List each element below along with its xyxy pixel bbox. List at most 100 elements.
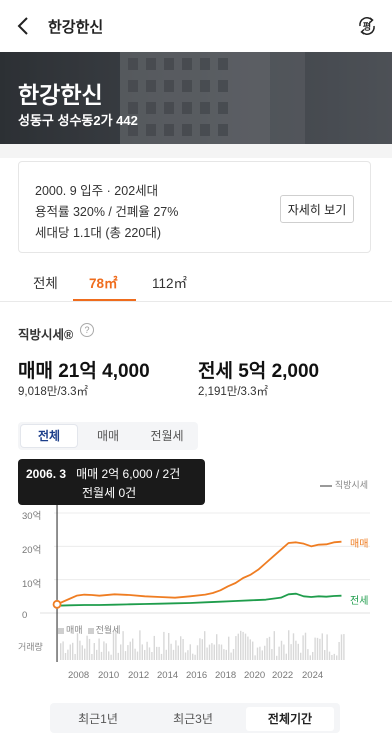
volume-bar [261,650,263,660]
volume-bar [259,646,261,660]
volume-bar [67,649,69,660]
volume-bar [297,643,299,660]
volume-bar [312,651,314,660]
y-tick-label: 20억 [22,545,42,556]
detail-button[interactable]: 자세히 보기 [280,195,354,223]
volume-bar [223,649,225,660]
area-tabs: 전체 78㎡ 112㎡ [0,262,392,302]
help-icon[interactable]: ? [80,323,94,337]
tab-78[interactable]: 78㎡ [89,272,118,292]
tooltip-rent: 전월세 0건 [82,486,137,500]
x-tick-label: 2020 [244,670,266,681]
volume-bar [184,652,187,660]
volume-bar [247,636,249,660]
jeonse-price-per-area: 2,191만/3.3㎡ [198,386,269,398]
volume-bar [79,640,81,660]
volume-bar [256,647,259,660]
ratio-info: 용적률 320% / 건폐율 27% [35,205,179,219]
zigbang-price-legend: 직방시세 [319,478,368,491]
range-tab-all[interactable]: 전체기간 [246,707,334,731]
volume-bar [252,641,254,660]
complex-name: 한강한신 [18,82,103,108]
volume-bar [105,643,107,660]
volume-bar [110,654,112,660]
trade-tab-sale[interactable]: 매매 [80,425,136,447]
complex-info-card: 2000. 9 입주 · 202세대 용적률 320% / 건폐율 27% 세대… [18,161,371,253]
volume-bar [278,646,280,660]
volume-bar [300,652,302,660]
volume-bar [151,652,153,660]
volume-bar [309,655,311,660]
volume-bar [60,643,62,660]
back-arrow-icon[interactable] [10,12,38,40]
volume-bar [172,649,175,660]
volume-bar [182,639,184,660]
volume-bar [316,637,319,660]
volume-bar [108,651,110,660]
tab-112[interactable]: 112㎡ [152,272,187,292]
y-tick-label: 10억 [22,579,42,590]
volume-bar [64,652,67,660]
volume-bar [146,641,148,660]
volume-bar [280,640,283,660]
volume-bar [283,644,285,660]
volume-bar [254,655,256,660]
period-range-tabs: 최근1년 최근3년 전체기간 [50,703,340,733]
jeonse-price: 전세 5억 2,000 [198,361,320,382]
volume-bar [98,638,100,660]
volume-bar [72,642,74,660]
volume-bar [160,653,163,660]
volume-bar [240,630,242,660]
volume-bar [74,653,76,660]
volume-bar [249,639,251,660]
market-price-label: 직방시세® [18,328,74,342]
move-in-info: 2000. 9 입주 · 202세대 [35,184,159,198]
volume-bar [148,647,151,660]
pyeong-toggle-icon[interactable]: 평 [354,13,380,39]
volume-bar [81,645,83,660]
x-tick-label: 2008 [68,670,90,681]
range-tab-1y[interactable]: 최근1년 [54,707,142,731]
volume-bar [139,630,141,660]
x-tick-label: 2018 [215,670,237,681]
trade-tab-rent[interactable]: 전월세 [139,425,195,447]
volume-bar [76,633,79,660]
volume-bar [328,651,331,660]
volume-bar [127,645,129,660]
volume-legend: 매매 전월세 [58,623,120,636]
volume-bar [244,633,247,660]
volume-bar [156,646,158,660]
x-tick-label: 2022 [272,670,294,681]
volume-bar [117,652,119,660]
volume-bar [177,645,179,660]
volume-bar [62,641,64,660]
volume-bar [314,637,316,660]
volume-bar [266,638,268,660]
volume-bar [264,645,266,660]
x-tick-label: 2016 [186,670,208,681]
volume-bar [302,635,304,660]
volume-bar [103,641,105,660]
volume-bar [194,654,196,660]
volume-bar [290,644,292,660]
volume-bar [180,636,182,660]
range-tab-3y[interactable]: 최근3년 [149,707,237,731]
volume-bar [132,638,134,660]
parking-info: 세대당 1.1대 (총 220대) [35,226,161,240]
chart-tooltip: 2006. 3 매매 2억 6,000 / 2건 전월세 0건 [18,459,205,505]
volume-bar [124,651,127,660]
volume-bar [100,651,103,660]
volume-bar [192,653,194,660]
x-tick-label: 2010 [98,670,120,681]
trade-tab-all[interactable]: 전체 [21,425,77,447]
volume-bar [225,649,227,660]
volume-bar [141,644,143,660]
volume-bar [86,635,88,660]
volume-bar [163,631,165,660]
sale-price-per-area: 9,018만/3.3㎡ [18,386,89,398]
volume-bar [273,631,275,660]
y-tick-label: 0 [22,610,28,621]
volume-label: 거래량 [18,642,43,652]
volume-bar [268,636,271,660]
tab-all-area[interactable]: 전체 [33,272,58,292]
